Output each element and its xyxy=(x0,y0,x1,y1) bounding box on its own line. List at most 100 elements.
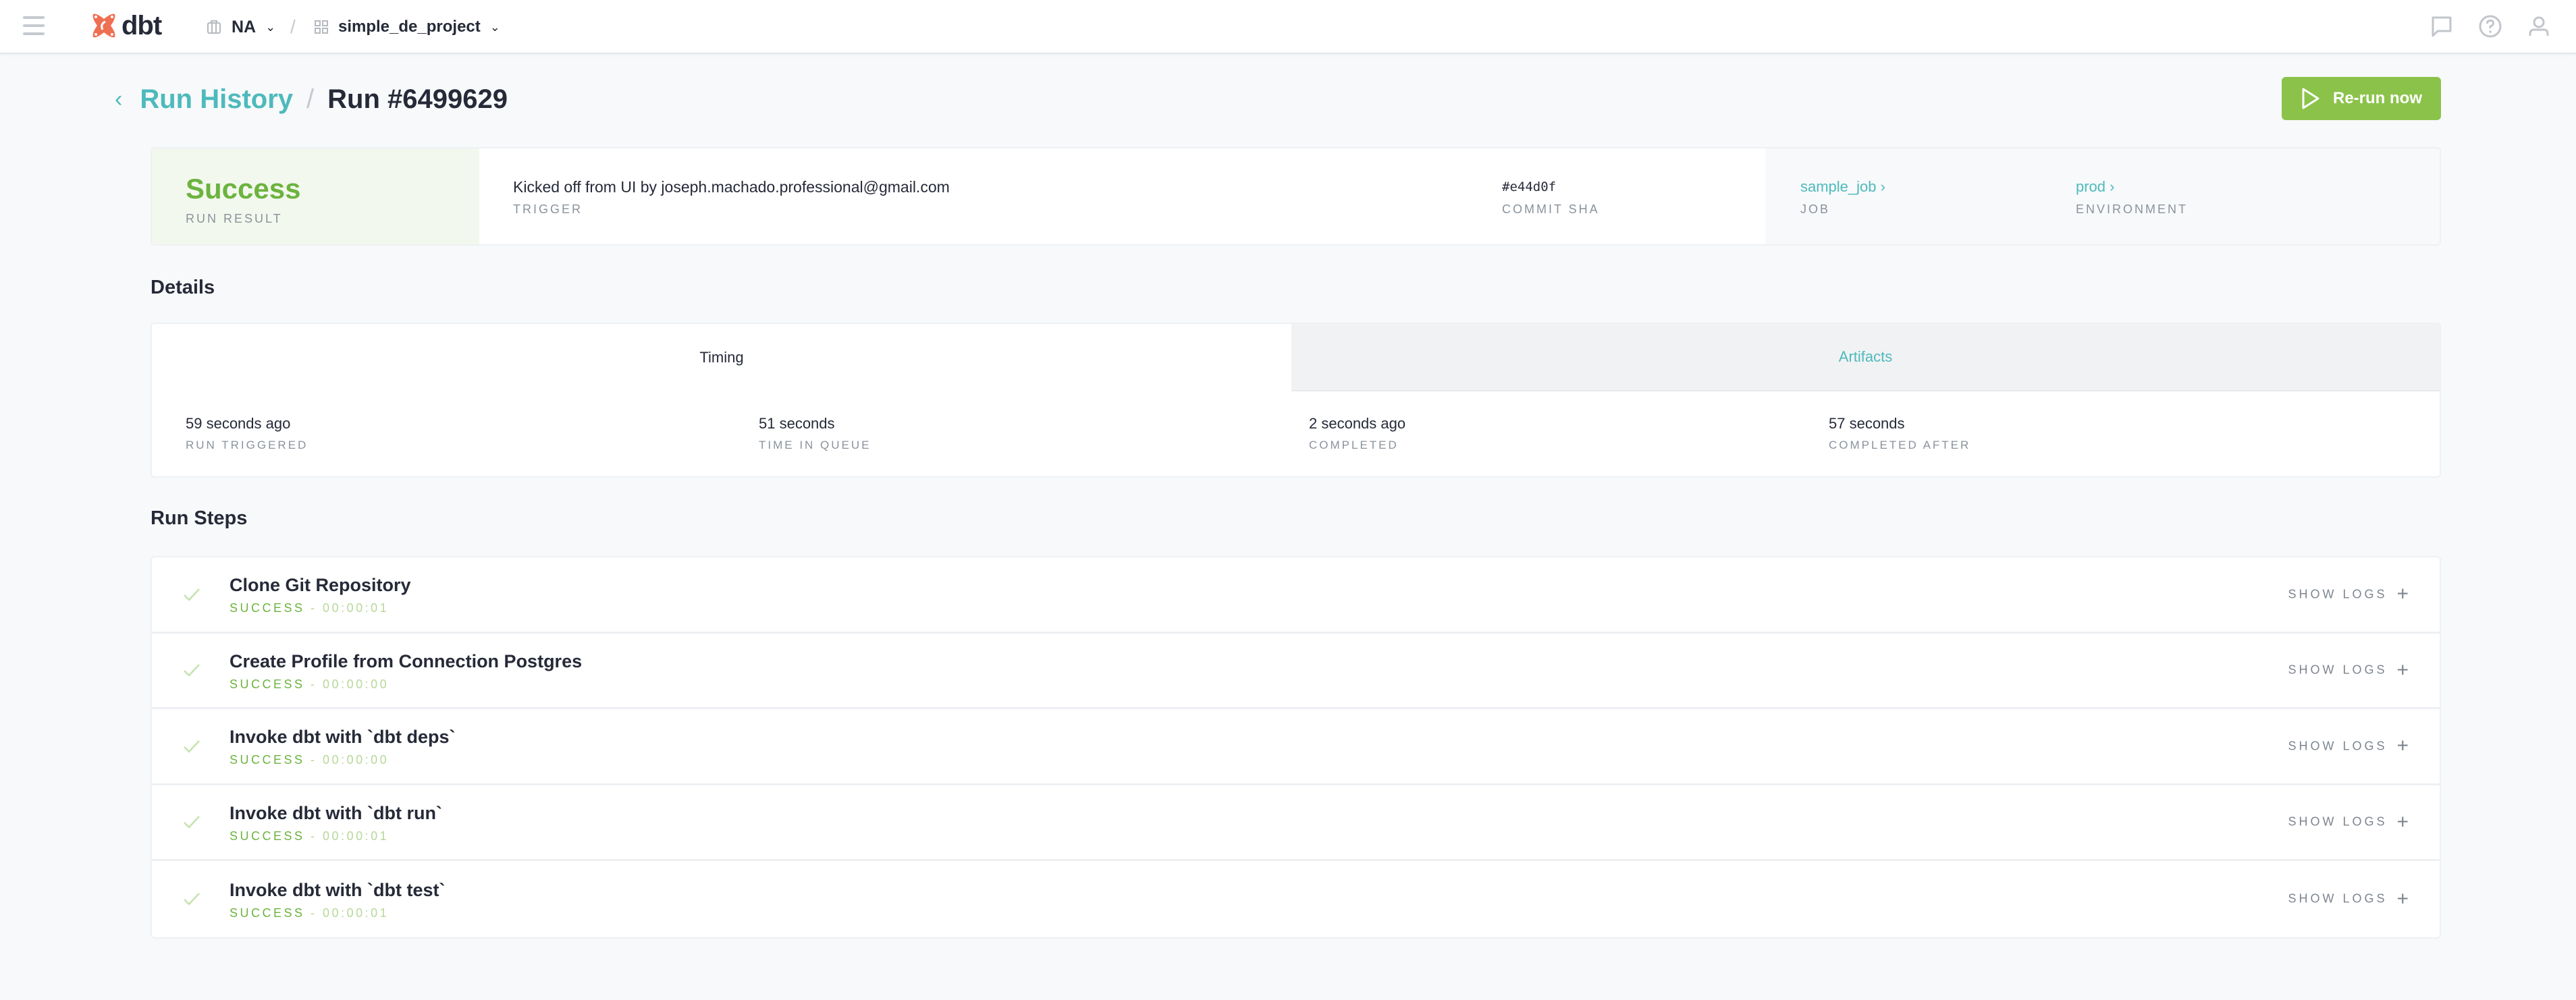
play-icon xyxy=(2302,88,2319,109)
step-status: SUCCESS xyxy=(230,753,305,767)
details-heading: Details xyxy=(151,277,215,298)
back-chevron-icon[interactable]: ‹ xyxy=(115,86,122,113)
grid-icon xyxy=(315,20,328,34)
timing-label: TIME IN QUEUE xyxy=(759,439,871,451)
step-duration: - 00:00:00 xyxy=(311,753,390,767)
run-steps-heading: Run Steps xyxy=(151,507,248,529)
hamburger-menu-icon[interactable] xyxy=(23,16,45,36)
timing-run-triggered: 59 seconds ago RUN TRIGGERED xyxy=(186,412,759,452)
environment-label: ENVIRONMENT xyxy=(2076,202,2189,216)
plus-icon: + xyxy=(2396,659,2409,682)
user-icon[interactable] xyxy=(2526,13,2552,39)
run-summary-card: Success RUN RESULT Kicked off from UI by… xyxy=(151,147,2441,246)
dbt-logo[interactable]: dbt xyxy=(90,10,162,40)
run-steps-list: Clone Git Repository SUCCESS - 00:00:01 … xyxy=(151,556,2441,939)
run-step[interactable]: Invoke dbt with `dbt run` SUCCESS - 00:0… xyxy=(152,785,2440,861)
step-duration: - 00:00:01 xyxy=(311,601,390,615)
step-title: Invoke dbt with `dbt deps` xyxy=(230,727,456,748)
timing-label: COMPLETED AFTER xyxy=(1829,439,1971,451)
details-tabs: Timing Artifacts xyxy=(152,324,2440,391)
tab-timing[interactable]: Timing xyxy=(152,324,1291,391)
job-label: JOB xyxy=(1800,202,1831,216)
timing-label: COMPLETED xyxy=(1309,439,1399,451)
account-name: NA xyxy=(232,17,257,36)
step-title: Clone Git Repository xyxy=(230,575,411,596)
show-logs-label: SHOW LOGS xyxy=(2288,891,2388,906)
show-logs-label: SHOW LOGS xyxy=(2288,739,2388,753)
commit-sha-label: COMMIT SHA xyxy=(1502,202,1600,216)
run-result-label: RUN RESULT xyxy=(186,212,283,225)
page-title: Run #6499629 xyxy=(327,84,508,114)
check-icon xyxy=(184,893,200,906)
timing-label: RUN TRIGGERED xyxy=(186,439,308,451)
details-card: Timing Artifacts 59 seconds ago RUN TRIG… xyxy=(151,323,2441,478)
show-logs-label: SHOW LOGS xyxy=(2288,587,2388,601)
show-logs-button[interactable]: SHOW LOGS + xyxy=(2288,734,2409,757)
step-duration: - 00:00:01 xyxy=(311,829,390,843)
breadcrumb-run-history[interactable]: Run History xyxy=(140,84,293,115)
job-link[interactable]: sample_job › xyxy=(1800,173,2042,201)
rerun-label: Re-run now xyxy=(2333,89,2422,107)
show-logs-button[interactable]: SHOW LOGS + xyxy=(2288,887,2409,910)
dbt-logo-icon xyxy=(92,13,115,38)
timing-value: 51 seconds xyxy=(759,415,835,432)
trigger-label: TRIGGER xyxy=(513,202,583,216)
plus-icon: + xyxy=(2396,734,2409,757)
plus-icon: + xyxy=(2396,887,2409,910)
step-duration: - 00:00:01 xyxy=(311,906,390,920)
rerun-now-button[interactable]: Re-run now xyxy=(2282,77,2441,120)
job-cell: sample_job › JOB xyxy=(1765,148,2076,244)
step-status: SUCCESS xyxy=(230,906,305,920)
timing-time-in-queue: 51 seconds TIME IN QUEUE xyxy=(759,412,1309,452)
show-logs-label: SHOW LOGS xyxy=(2288,814,2388,829)
run-step[interactable]: Invoke dbt with `dbt test` SUCCESS - 00:… xyxy=(152,861,2440,937)
top-navigation: dbt NA ⌄ / simple_de_project ⌄ xyxy=(0,0,2576,54)
chevron-down-icon: ⌄ xyxy=(489,20,500,34)
environment-cell: prod › ENVIRONMENT xyxy=(2076,148,2440,244)
timing-row: 59 seconds ago RUN TRIGGERED 51 seconds … xyxy=(152,391,2440,452)
show-logs-label: SHOW LOGS xyxy=(2288,663,2388,677)
show-logs-button[interactable]: SHOW LOGS + xyxy=(2288,810,2409,833)
step-title: Create Profile from Connection Postgres xyxy=(230,650,583,671)
step-duration: - 00:00:00 xyxy=(311,677,390,691)
check-icon xyxy=(184,588,200,601)
show-logs-button[interactable]: SHOW LOGS + xyxy=(2288,659,2409,682)
run-step[interactable]: Create Profile from Connection Postgres … xyxy=(152,634,2440,709)
breadcrumb-separator: / xyxy=(306,84,315,114)
step-title: Invoke dbt with `dbt test` xyxy=(230,879,446,900)
nav-separator: / xyxy=(290,16,296,37)
tab-artifacts[interactable]: Artifacts xyxy=(1291,324,2440,391)
timing-value: 2 seconds ago xyxy=(1309,415,1406,432)
brand-name: dbt xyxy=(122,10,162,40)
run-step[interactable]: Invoke dbt with `dbt deps` SUCCESS - 00:… xyxy=(152,709,2440,785)
project-selector[interactable]: simple_de_project ⌄ xyxy=(314,15,500,39)
run-result-cell: Success RUN RESULT xyxy=(152,148,479,244)
timing-completed-after: 57 seconds COMPLETED AFTER xyxy=(1829,412,1970,452)
step-status: SUCCESS xyxy=(230,677,305,691)
commit-cell: #e44d0f COMMIT SHA xyxy=(1475,148,1765,244)
page-header: ‹ Run History / Run #6499629 xyxy=(115,76,508,123)
plus-icon: + xyxy=(2396,810,2409,833)
show-logs-button[interactable]: SHOW LOGS + xyxy=(2288,582,2409,605)
timing-value: 57 seconds xyxy=(1829,415,1905,432)
briefcase-icon xyxy=(207,20,221,34)
check-icon xyxy=(184,740,200,753)
project-name: simple_de_project xyxy=(338,18,481,36)
commit-sha-value: #e44d0f xyxy=(1502,179,1557,194)
timing-completed: 2 seconds ago COMPLETED xyxy=(1309,412,1829,452)
plus-icon: + xyxy=(2396,582,2409,605)
timing-value: 59 seconds ago xyxy=(186,415,291,432)
run-step[interactable]: Clone Git Repository SUCCESS - 00:00:01 … xyxy=(152,557,2440,634)
step-title: Invoke dbt with `dbt run` xyxy=(230,802,442,823)
help-icon[interactable] xyxy=(2477,13,2503,39)
check-icon xyxy=(184,664,200,677)
check-icon xyxy=(184,816,200,829)
run-result-value: Success xyxy=(186,173,301,204)
trigger-cell: Kicked off from UI by joseph.machado.pro… xyxy=(479,148,1475,244)
trigger-value: Kicked off from UI by joseph.machado.pro… xyxy=(513,178,950,196)
step-status: SUCCESS xyxy=(230,601,305,615)
chevron-down-icon: ⌄ xyxy=(265,20,276,34)
account-selector[interactable]: NA ⌄ xyxy=(206,15,275,39)
chat-icon[interactable] xyxy=(2429,13,2454,39)
environment-link[interactable]: prod › xyxy=(2076,173,2406,201)
